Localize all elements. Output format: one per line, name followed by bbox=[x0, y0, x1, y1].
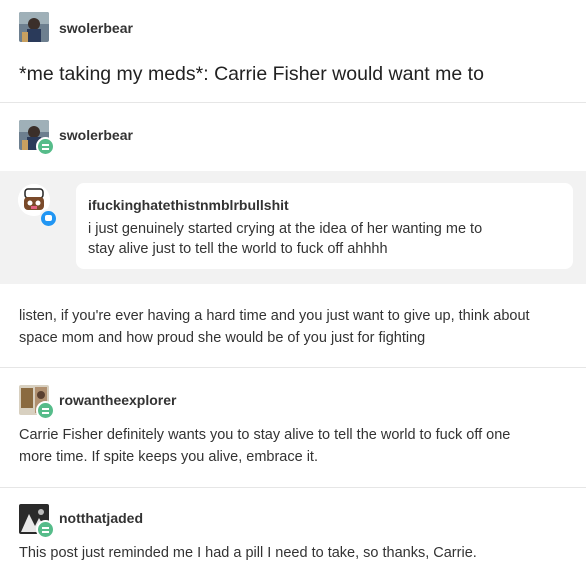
post-author-username[interactable]: swolerbear bbox=[59, 20, 133, 36]
post-text: *me taking my meds*: Carrie Fisher would… bbox=[19, 63, 484, 85]
post-text-line-2: more time. If spite keeps you alive, emb… bbox=[19, 449, 318, 465]
reblog-icon bbox=[36, 137, 55, 156]
reply-text-line-2: stay alive just to tell the world to fuc… bbox=[88, 241, 388, 257]
reply-text-line-1: i just genuinely started crying at the i… bbox=[88, 221, 483, 237]
reblog-icon bbox=[36, 401, 55, 420]
reblog-icon bbox=[36, 520, 55, 539]
post-author-username[interactable]: rowantheexplorer bbox=[59, 392, 176, 408]
post-divider bbox=[0, 367, 586, 368]
reply-bubble: ifuckinghatethistnmblrbullshit i just ge… bbox=[76, 183, 573, 269]
post-text-line-1: listen, if you're ever having a hard tim… bbox=[19, 308, 530, 324]
post-text-line-1: Carrie Fisher definitely wants you to st… bbox=[19, 427, 511, 443]
reblogger-username[interactable]: swolerbear bbox=[59, 127, 133, 143]
avatar-swolerbear[interactable] bbox=[19, 12, 49, 42]
reply-author-username[interactable]: ifuckinghatethistnmblrbullshit bbox=[88, 197, 289, 213]
post-divider bbox=[0, 487, 586, 488]
post-text: This post just reminded me I had a pill … bbox=[19, 545, 477, 561]
post-text-line-2: space mom and how proud she would be of … bbox=[19, 330, 426, 346]
reply-panel: ifuckinghatethistnmblrbullshit i just ge… bbox=[0, 171, 586, 284]
reply-icon bbox=[39, 209, 58, 228]
post-divider bbox=[0, 102, 586, 103]
post-author-username[interactable]: notthatjaded bbox=[59, 510, 143, 526]
